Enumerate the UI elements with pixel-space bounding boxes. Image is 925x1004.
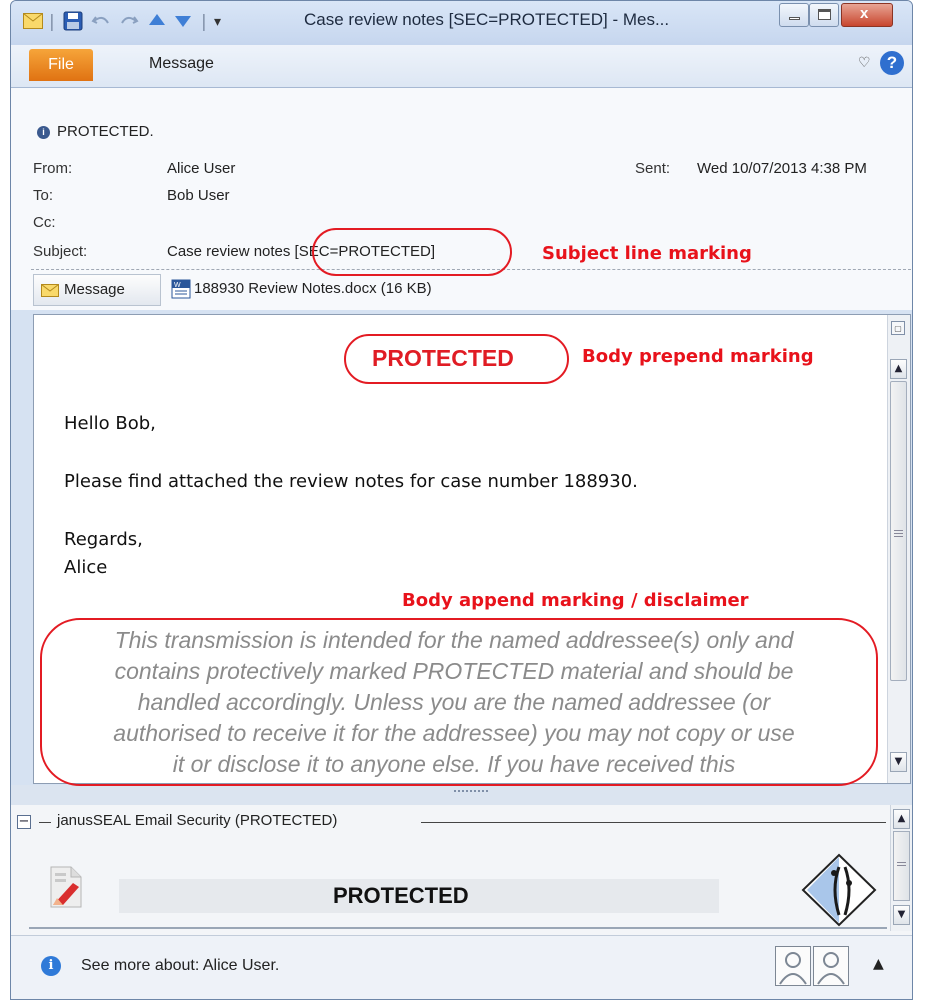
- to-label: To:: [33, 187, 54, 204]
- minimize-ribbon-icon[interactable]: ♡: [858, 55, 871, 71]
- scroll-down-button[interactable]: ▼: [890, 752, 907, 772]
- svg-text:W: W: [174, 282, 181, 289]
- people-pane: i See more about: Alice User. ▲: [11, 935, 912, 999]
- security-pane-title: janusSEAL Email Security (PROTECTED): [57, 812, 338, 829]
- subject-label: Subject:: [33, 243, 88, 260]
- info-icon: i: [41, 956, 61, 976]
- pane-splitter[interactable]: [11, 785, 912, 805]
- cc-label: Cc:: [33, 214, 56, 231]
- info-icon: i: [37, 126, 50, 139]
- sent-label: Sent:: [635, 160, 671, 177]
- minimize-icon: [789, 17, 800, 20]
- ribbon: File Message ♡ ?: [11, 45, 912, 88]
- outlook-message-window: | | ▾ Case review notes [SEC=PROTECTED] …: [10, 0, 913, 1000]
- collapse-pane-button[interactable]: −: [17, 815, 31, 829]
- tab-file[interactable]: File: [29, 49, 93, 81]
- maximize-button[interactable]: [809, 3, 839, 27]
- pane-rule: [421, 822, 886, 823]
- close-icon: x: [860, 5, 869, 22]
- to-value[interactable]: Bob User: [167, 187, 230, 204]
- security-pane-scrollbar[interactable]: ▲ ▼: [890, 805, 912, 931]
- word-document-icon: W: [171, 279, 191, 299]
- window-title: Case review notes [SEC=PROTECTED] - Mes.…: [304, 10, 670, 29]
- pane-rule: [39, 822, 51, 823]
- signature: Alice: [64, 557, 108, 578]
- close-button[interactable]: x: [841, 3, 893, 27]
- quick-access-separator: |: [49, 12, 55, 32]
- save-icon[interactable]: [63, 11, 83, 31]
- scroll-up-button[interactable]: ▲: [893, 809, 910, 829]
- subject-annotation: Subject line marking: [542, 243, 752, 264]
- prepend-marking-highlight: [344, 334, 569, 384]
- contact-photo-icon[interactable]: [775, 946, 811, 986]
- see-more-text[interactable]: See more about: Alice User.: [81, 957, 279, 975]
- body-scrollbar[interactable]: ▢ ▲ ▼: [887, 315, 910, 783]
- split-view-icon[interactable]: ▢: [891, 321, 905, 335]
- subject-marking-highlight: [312, 228, 512, 276]
- janusseal-pane: − janusSEAL Email Security (PROTECTED) P…: [11, 805, 912, 935]
- scroll-up-button[interactable]: ▲: [890, 359, 907, 379]
- append-annotation: Body append marking / disclaimer: [402, 590, 749, 611]
- regards: Regards,: [64, 529, 143, 550]
- redo-icon[interactable]: [119, 11, 139, 31]
- attachment-file[interactable]: 188930 Review Notes.docx (16 KB): [194, 280, 432, 297]
- from-label: From:: [33, 160, 73, 177]
- pane-rule: [29, 927, 887, 929]
- scroll-thumb[interactable]: [893, 831, 910, 901]
- janusseal-logo-icon: [801, 853, 877, 927]
- message-tab-label: Message: [64, 281, 125, 298]
- title-bar: | | ▾ Case review notes [SEC=PROTECTED] …: [11, 1, 912, 45]
- tab-message[interactable]: Message: [149, 55, 214, 73]
- maximize-icon: [818, 9, 831, 20]
- expand-people-pane-icon[interactable]: ▲: [873, 956, 884, 972]
- contact-photo-icon[interactable]: [813, 946, 849, 986]
- document-marking-icon: [50, 866, 82, 908]
- previous-item-icon[interactable]: [147, 11, 167, 31]
- prepend-annotation: Body prepend marking: [582, 346, 814, 367]
- classification-label: PROTECTED: [333, 883, 469, 908]
- message-tab[interactable]: Message: [33, 274, 161, 306]
- scroll-thumb[interactable]: [890, 381, 907, 681]
- disclaimer-highlight: [40, 618, 878, 786]
- next-item-icon[interactable]: [173, 11, 193, 31]
- minimize-button[interactable]: [779, 3, 809, 27]
- undo-icon[interactable]: [91, 11, 111, 31]
- from-value[interactable]: Alice User: [167, 160, 235, 177]
- envelope-icon: [23, 13, 43, 29]
- greeting: Hello Bob,: [64, 413, 156, 434]
- info-bar-text: PROTECTED.: [57, 123, 154, 140]
- scroll-down-button[interactable]: ▼: [893, 905, 910, 925]
- envelope-icon: [41, 284, 59, 297]
- quick-access-separator: |: [201, 12, 207, 32]
- customize-quick-access-icon[interactable]: ▾: [214, 11, 221, 33]
- help-icon[interactable]: ?: [880, 51, 904, 75]
- sent-value: Wed 10/07/2013 4:38 PM: [697, 160, 867, 177]
- body-line: Please find attached the review notes fo…: [64, 471, 638, 492]
